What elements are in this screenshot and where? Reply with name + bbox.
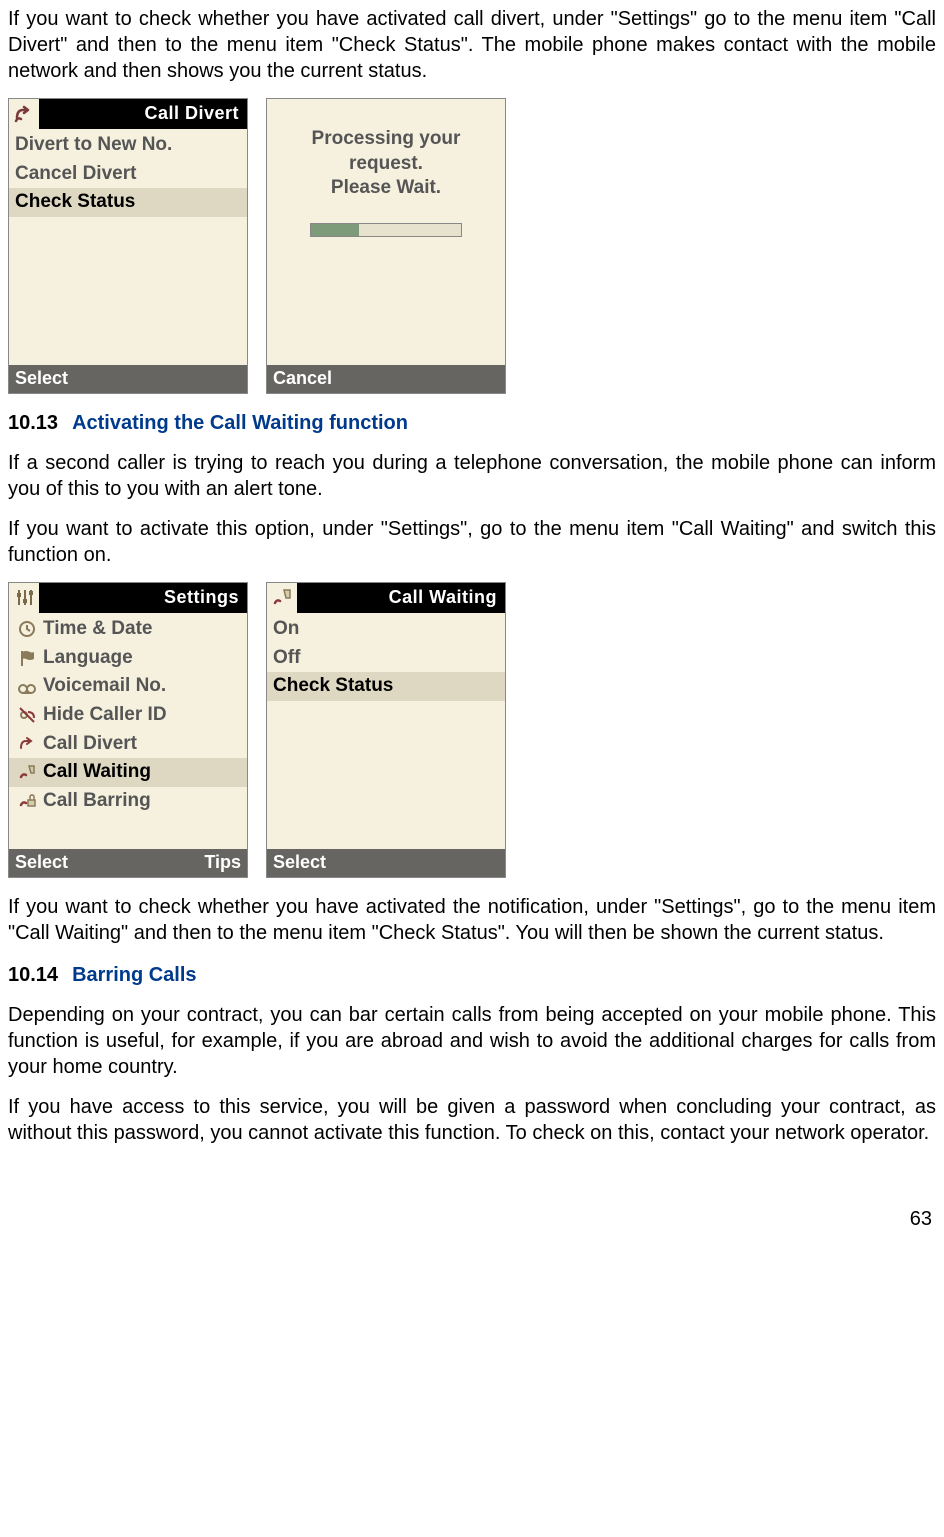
paragraph-intro: If you want to check whether you have ac… <box>8 6 936 84</box>
clock-icon <box>15 619 39 639</box>
paragraph-bar-1: Depending on your contract, you can bar … <box>8 1002 936 1080</box>
paragraph-cw-check: If you want to check whether you have ac… <box>8 894 936 946</box>
processing-line-2: request. <box>349 152 423 177</box>
titlebar: Settings <box>9 583 247 613</box>
titlebar-title: Call Divert <box>39 102 247 125</box>
menu-item-label: Voicemail No. <box>43 674 166 699</box>
softkey-select[interactable]: Select <box>267 851 386 874</box>
softkey-tips[interactable]: Tips <box>128 851 247 874</box>
section-number: 10.13 <box>8 412 58 434</box>
call-waiting-icon <box>15 763 39 783</box>
menu-item-label: Call Barring <box>43 789 151 814</box>
softkey-select[interactable]: Select <box>9 851 128 874</box>
phone-screen-processing: Processing your request. Please Wait. Ca… <box>266 98 506 394</box>
titlebar-title: Settings <box>39 586 247 609</box>
menu-item-call-divert[interactable]: Call Divert <box>9 730 247 759</box>
paragraph-cw-1: If a second caller is trying to reach yo… <box>8 450 936 502</box>
menu-item-label: Call Waiting <box>43 760 151 785</box>
paragraph-cw-2: If you want to activate this option, und… <box>8 516 936 568</box>
softkey-select[interactable]: Select <box>9 367 128 390</box>
paragraph-bar-2: If you have access to this service, you … <box>8 1094 936 1146</box>
softkey-bar: Select <box>9 365 247 393</box>
menu-item-voicemail[interactable]: Voicemail No. <box>9 672 247 701</box>
section-number: 10.14 <box>8 964 58 986</box>
titlebar: Call Divert <box>9 99 247 129</box>
flag-icon <box>15 648 39 668</box>
screenshot-row-2: Settings Time & Date Language Voicemail … <box>8 582 936 878</box>
menu-item-check-status[interactable]: Check Status <box>267 672 505 701</box>
call-divert-small-icon <box>15 734 39 754</box>
menu-item-cancel-divert[interactable]: Cancel Divert <box>9 160 247 189</box>
progress-bar <box>310 223 462 237</box>
menu-item-label: Language <box>43 646 133 671</box>
phone-screen-call-waiting: Call Waiting On Off Check Status Select <box>266 582 506 878</box>
menu-item-language[interactable]: Language <box>9 644 247 673</box>
processing-line-1: Processing your <box>312 127 461 152</box>
call-waiting-title-icon <box>267 583 297 613</box>
voicemail-icon <box>15 677 39 697</box>
menu-item-on[interactable]: On <box>267 615 505 644</box>
progress-fill <box>311 224 359 236</box>
heading-10-13: 10.13 Activating the Call Waiting functio… <box>8 410 936 436</box>
softkey-bar: Select Tips <box>9 849 247 877</box>
menu-item-hide-caller-id[interactable]: Hide Caller ID <box>9 701 247 730</box>
screenshot-row-1: Call Divert Divert to New No. Cancel Div… <box>8 98 936 394</box>
menu-item-label: Hide Caller ID <box>43 703 167 728</box>
menu-body: Divert to New No. Cancel Divert Check St… <box>9 129 247 365</box>
menu-item-label: Call Divert <box>43 732 137 757</box>
softkey-bar: Select <box>267 849 505 877</box>
titlebar: Call Waiting <box>267 583 505 613</box>
titlebar-title: Call Waiting <box>297 586 505 609</box>
menu-item-call-barring[interactable]: Call Barring <box>9 787 247 816</box>
softkey-cancel[interactable]: Cancel <box>267 367 386 390</box>
menu-item-label: Time & Date <box>43 617 152 642</box>
heading-10-14: 10.14 Barring Calls <box>8 962 936 988</box>
hide-caller-icon <box>15 705 39 725</box>
call-divert-icon <box>9 99 39 129</box>
menu-item-check-status[interactable]: Check Status <box>9 188 247 217</box>
section-title: Barring Calls <box>72 964 196 986</box>
processing-body: Processing your request. Please Wait. <box>267 103 505 365</box>
processing-line-3: Please Wait. <box>331 176 441 201</box>
softkey-bar: Cancel <box>267 365 505 393</box>
menu-item-call-waiting[interactable]: Call Waiting <box>9 758 247 787</box>
menu-body: Time & Date Language Voicemail No. Hide … <box>9 613 247 849</box>
settings-icon <box>9 583 39 613</box>
call-barring-icon <box>15 791 39 811</box>
section-title: Activating the Call Waiting function <box>72 412 408 434</box>
phone-screen-call-divert: Call Divert Divert to New No. Cancel Div… <box>8 98 248 394</box>
phone-screen-settings: Settings Time & Date Language Voicemail … <box>8 582 248 878</box>
menu-item-divert-new-no[interactable]: Divert to New No. <box>9 131 247 160</box>
page-number: 63 <box>8 1206 936 1232</box>
menu-body: On Off Check Status <box>267 613 505 849</box>
menu-item-off[interactable]: Off <box>267 644 505 673</box>
menu-item-time-date[interactable]: Time & Date <box>9 615 247 644</box>
